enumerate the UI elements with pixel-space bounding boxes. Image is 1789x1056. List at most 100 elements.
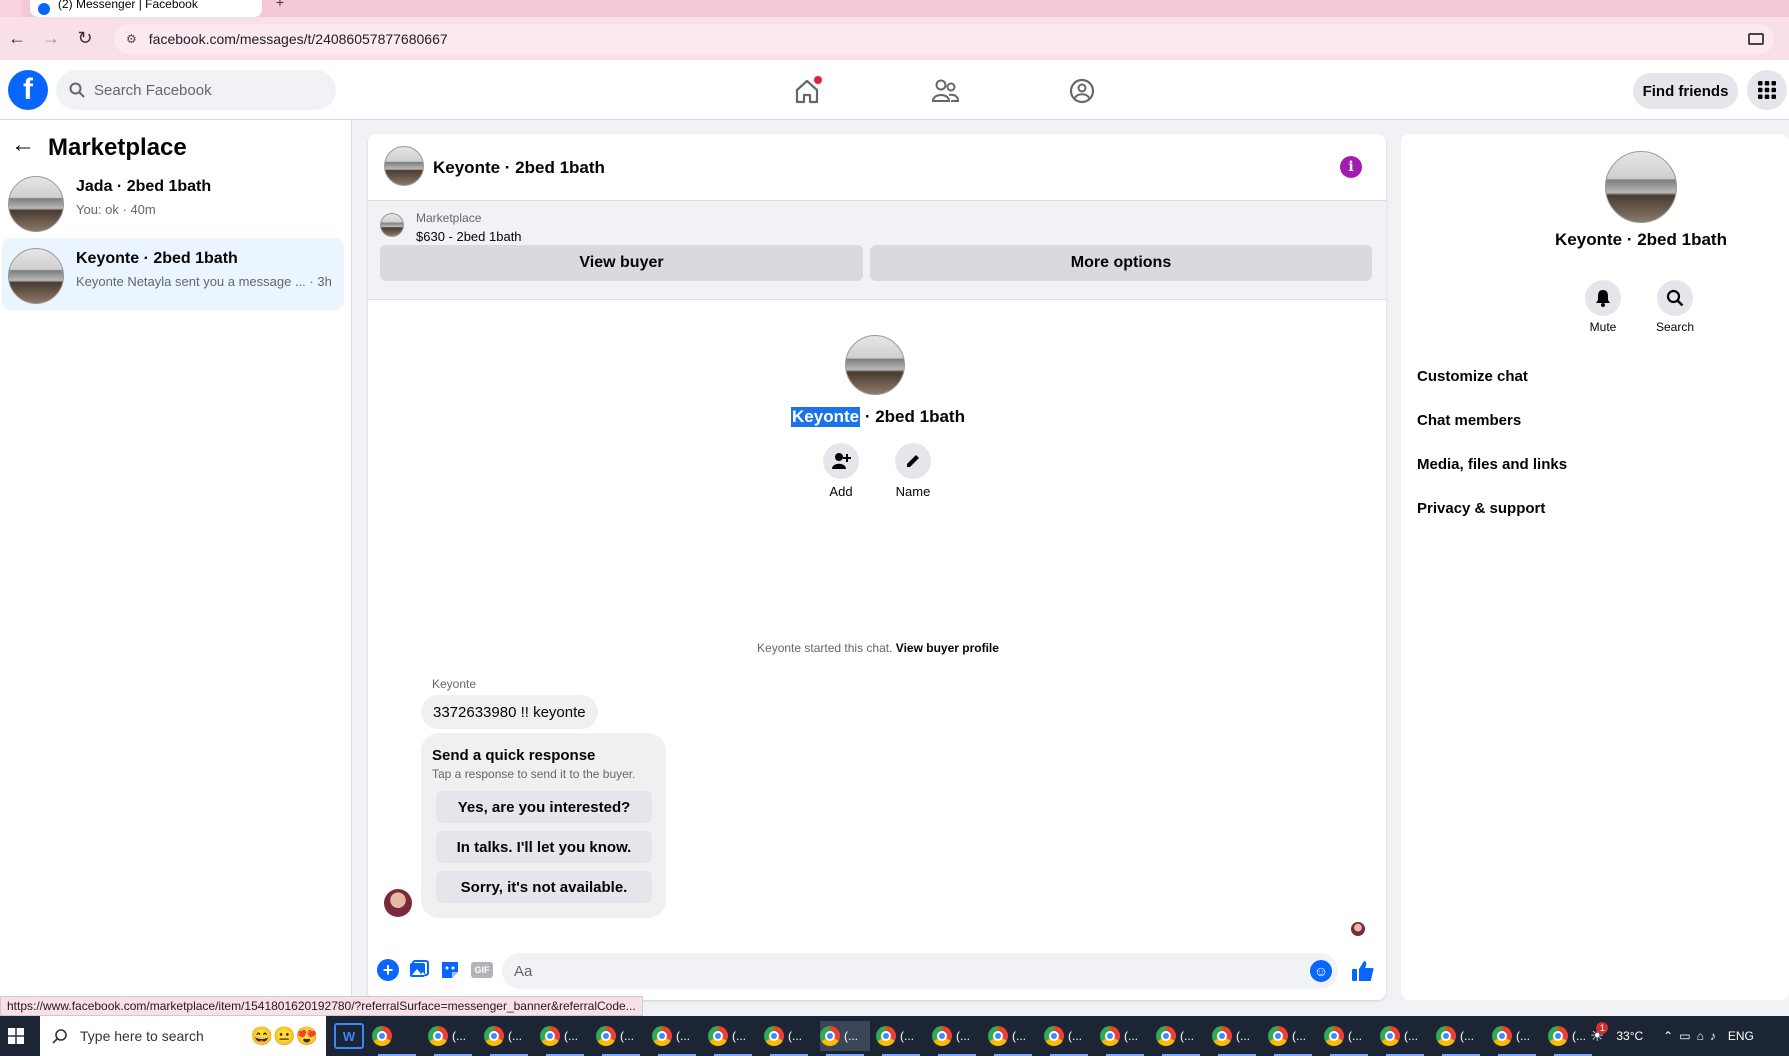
emoji-icon[interactable]: ☺ (1310, 960, 1332, 982)
message-input[interactable]: Aa ☺ (502, 953, 1338, 989)
photo-icon[interactable] (409, 960, 429, 980)
url-field[interactable]: ⚙ facebook.com/messages/t/24086057877680… (114, 24, 1774, 54)
sticker-icon[interactable] (440, 960, 460, 980)
taskbar-chrome-window[interactable]: (... (1100, 1021, 1150, 1056)
taskbar-search-icon (52, 1029, 67, 1044)
conversation-item-jada[interactable]: Jada · 2bed 1bath You: ok · 40m (2, 166, 344, 238)
view-buyer-profile-link[interactable]: View buyer profile (896, 641, 999, 655)
chevron-up-icon[interactable]: ⌃ (1663, 1029, 1673, 1043)
chrome-icon (1548, 1026, 1568, 1046)
search-label: Search (1655, 320, 1695, 334)
battery-icon[interactable]: ▭ (1679, 1029, 1690, 1043)
search-facebook-input[interactable]: Search Facebook (56, 70, 336, 110)
active-tab[interactable]: (2) Messenger | Facebook (30, 0, 262, 17)
pencil-icon (907, 455, 919, 467)
quick-response-in-talks[interactable]: In talks. I'll let you know. (436, 831, 652, 863)
taskbar-chrome-window[interactable]: (... (596, 1021, 646, 1056)
network-icon[interactable]: ⌂ (1697, 1029, 1704, 1043)
taskbar-chrome-window[interactable]: (... (708, 1021, 758, 1056)
taskbar-chrome-window[interactable] (372, 1021, 422, 1056)
taskbar-chrome-window[interactable]: (... (932, 1021, 982, 1056)
taskbar-chrome-window[interactable]: (... (484, 1021, 534, 1056)
reload-icon[interactable]: ↻ (72, 25, 98, 51)
taskbar-window-label: (... (1460, 1029, 1474, 1043)
message-bubble[interactable]: 3372633980 !! keyonte (421, 695, 598, 729)
taskbar-chrome-window[interactable]: (... (428, 1021, 478, 1056)
forward-icon[interactable]: → (38, 25, 64, 51)
add-button[interactable] (823, 443, 859, 479)
taskbar-chrome-window[interactable]: (... (988, 1021, 1038, 1056)
info-icon[interactable]: i (1340, 156, 1362, 178)
view-buyer-button[interactable]: View buyer (380, 245, 863, 281)
sticker-glyph (442, 962, 458, 978)
back-arrow-icon[interactable]: ← (10, 131, 36, 158)
like-button[interactable] (1351, 959, 1375, 983)
facebook-logo-icon[interactable]: f (8, 70, 48, 110)
install-app-icon[interactable] (1748, 33, 1764, 45)
photo-glyph (410, 960, 429, 977)
system-tray: ☀ 1 33°C ⌃ ▭ ⌂ ♪ ENG (1590, 1022, 1754, 1046)
groups-icon[interactable] (1067, 76, 1097, 106)
listing-price[interactable]: $630 - 2bed 1bath (416, 229, 522, 244)
taskbar-chrome-window[interactable]: (... (1492, 1021, 1542, 1056)
chat-title[interactable]: Keyonte · 2bed 1bath (433, 158, 605, 178)
plus-icon[interactable]: + (377, 959, 399, 981)
taskbar-chrome-window[interactable]: (... (1380, 1021, 1430, 1056)
chrome-icon (932, 1026, 952, 1046)
gif-icon[interactable]: GIF (471, 962, 493, 978)
conversation-preview: You: ok · 40m (76, 202, 156, 217)
taskbar-window-label: (... (1012, 1029, 1026, 1043)
home-icon[interactable] (792, 76, 822, 106)
menu-grid-button[interactable] (1747, 70, 1787, 110)
listing-banner: Marketplace $630 - 2bed 1bath View buyer… (368, 200, 1386, 300)
taskbar-chrome-window[interactable]: (... (540, 1021, 590, 1056)
whiteboard-app-icon[interactable]: W (334, 1023, 364, 1049)
site-info-icon[interactable]: ⚙ (126, 32, 137, 46)
message-placeholder: Aa (514, 962, 533, 980)
taskbar-chrome-window[interactable]: (... (1436, 1021, 1486, 1056)
taskbar-window-label: (... (564, 1029, 578, 1043)
windows-start-icon[interactable] (8, 1028, 24, 1044)
taskbar-chrome-window[interactable]: (... (820, 1021, 870, 1056)
taskbar-chrome-window[interactable]: (... (1044, 1021, 1094, 1056)
taskbar-chrome-window[interactable]: (... (764, 1021, 814, 1056)
taskbar-chrome-window[interactable]: (... (1156, 1021, 1206, 1056)
details-avatar[interactable] (1605, 151, 1677, 223)
friends-icon[interactable] (930, 76, 960, 106)
volume-icon[interactable]: ♪ (1710, 1029, 1716, 1043)
taskbar-search[interactable]: Type here to search 😄😐😍 (40, 1016, 326, 1056)
search-conversation-button[interactable] (1657, 280, 1693, 316)
media-files-links-item[interactable]: Media, files and links (1417, 456, 1567, 473)
taskbar-chrome-window[interactable]: (... (1324, 1021, 1374, 1056)
name-label: Name (895, 484, 931, 499)
back-icon[interactable]: ← (4, 25, 30, 51)
chrome-icon (708, 1026, 728, 1046)
listing-thumbnail[interactable] (380, 213, 404, 237)
taskbar-chrome-window[interactable]: (... (652, 1021, 702, 1056)
mute-button[interactable] (1585, 280, 1621, 316)
chat-start-notice: Keyonte started this chat. View buyer pr… (568, 641, 1188, 655)
weather-icon[interactable]: ☀ 1 (1590, 1022, 1609, 1046)
privacy-support-item[interactable]: Privacy & support (1417, 500, 1545, 517)
info-glyph: i (1348, 159, 1354, 175)
sender-avatar[interactable] (384, 889, 412, 917)
started-text: Keyonte started this chat. (757, 641, 893, 655)
taskbar-chrome-window[interactable]: (... (1268, 1021, 1318, 1056)
profile-avatar[interactable] (845, 335, 905, 395)
chat-avatar[interactable] (384, 146, 424, 186)
conversation-item-keyonte[interactable]: Keyonte · 2bed 1bath Keyonte Netayla sen… (2, 238, 344, 310)
quick-response-yes[interactable]: Yes, are you interested? (436, 791, 652, 823)
quick-response-not-available[interactable]: Sorry, it's not available. (436, 871, 652, 903)
chrome-icon (372, 1026, 392, 1046)
taskbar-search-placeholder: Type here to search (80, 1028, 204, 1044)
customize-chat-item[interactable]: Customize chat (1417, 368, 1528, 385)
taskbar-window-label: (... (1348, 1029, 1362, 1043)
find-friends-button[interactable]: Find friends (1633, 73, 1738, 109)
chat-members-item[interactable]: Chat members (1417, 412, 1521, 429)
name-button[interactable] (895, 443, 931, 479)
language[interactable]: ENG (1728, 1029, 1754, 1043)
more-options-button[interactable]: More options (870, 245, 1372, 281)
taskbar-chrome-window[interactable]: (... (1212, 1021, 1262, 1056)
taskbar-chrome-window[interactable]: (... (876, 1021, 926, 1056)
new-tab-icon[interactable]: + (272, 0, 288, 10)
